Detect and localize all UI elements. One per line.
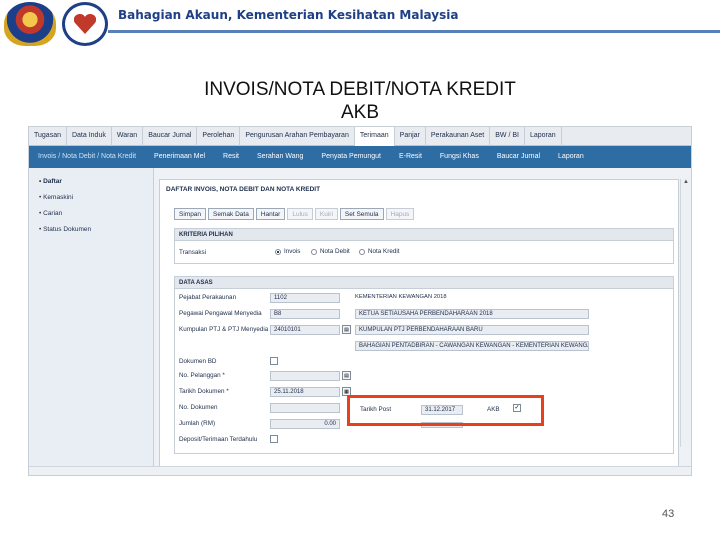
submenu-fungsi-khas[interactable]: Fungsi Khas xyxy=(431,146,488,168)
radio-nota-debit-label: Nota Debit xyxy=(320,248,350,255)
sidebar-item-status-dokumen[interactable]: Status Dokumen xyxy=(29,222,153,238)
radio-nota-kredit-dot[interactable] xyxy=(359,248,365,255)
no-pelanggan-field[interactable] xyxy=(270,371,340,381)
menu-bw-bi[interactable]: BW / BI xyxy=(490,127,525,146)
submenu-baucar-jurnal[interactable]: Baucar Jurnal xyxy=(488,146,549,168)
menu-baucar-jurnal[interactable]: Baucar Jurnal xyxy=(143,127,198,146)
menu-terimaan[interactable]: Terimaan xyxy=(354,127,395,146)
submenu-resit[interactable]: Resit xyxy=(214,146,248,168)
deposit-label: Deposit/Terimaan Terdahulu xyxy=(179,436,258,443)
pegawai-code-field[interactable]: B8 xyxy=(270,309,340,319)
no-pelanggan-label: No. Pelanggan * xyxy=(179,372,225,379)
slide-title-line1: INVOIS/NOTA DEBIT/NOTA KREDIT xyxy=(204,79,516,100)
deposit-checkbox[interactable] xyxy=(270,435,278,443)
ptj-name1-field: KUMPULAN PTJ PERBENDAHARAAN BARU xyxy=(355,325,589,335)
hapus-button[interactable]: Hapus xyxy=(385,208,415,220)
transaksi-label: Transaksi xyxy=(179,249,207,256)
menu-perakaunan-aset[interactable]: Perakaunan Aset xyxy=(426,127,491,146)
submenu-penerimaan-mel[interactable]: Penerimaan Mel xyxy=(145,146,214,168)
pejabat-name: KEMENTERIAN KEWANGAN 2018 xyxy=(355,294,447,300)
no-dokumen-label: No. Dokumen xyxy=(179,404,218,411)
tarikh-dokumen-label: Tarikh Dokumen * xyxy=(179,388,229,395)
panel-title: DAFTAR INVOIS, NOTA DEBIT DAN NOTA KREDI… xyxy=(166,186,321,193)
pelanggan-lookup-icon[interactable]: ▤ xyxy=(342,371,351,380)
semak-data-button[interactable]: Semak Data xyxy=(208,208,254,220)
radio-nota-kredit-label: Nota Kredit xyxy=(368,248,400,255)
no-dokumen-field[interactable] xyxy=(270,403,340,413)
slide-title: INVOIS/NOTA DEBIT/NOTA KREDIT AKB xyxy=(0,78,720,124)
hantar-button[interactable]: Hantar xyxy=(255,208,286,220)
ptj-name2-field: BAHAGIAN PENTADBIRAN - CAWANGAN KEWANGAN… xyxy=(355,341,589,351)
submenu-penyata-pemungut[interactable]: Penyata Pemungut xyxy=(312,146,390,168)
radio-invois[interactable]: Invois xyxy=(275,248,300,255)
radio-nota-kredit[interactable]: Nota Kredit xyxy=(359,248,400,255)
heart-icon xyxy=(74,14,96,34)
app-screenshot: Tugasan Data Induk Waran Baucar Jurnal P… xyxy=(28,126,692,476)
menu-waran[interactable]: Waran xyxy=(112,127,144,146)
radio-invois-dot[interactable] xyxy=(275,248,281,255)
menu-data-induk[interactable]: Data Induk xyxy=(67,127,112,146)
menu-tugasan[interactable]: Tugasan xyxy=(29,127,67,146)
page-number: 43 xyxy=(662,508,675,520)
dokumen-bd-label: Dokumen BD xyxy=(179,358,217,365)
submenu-invois[interactable]: Invois / Nota Debit / Nota Kredit xyxy=(29,146,145,168)
kuiri-button[interactable]: Kuiri xyxy=(314,208,338,220)
header-title: Bahagian Akaun, Kementerian Kesihatan Ma… xyxy=(118,8,459,22)
radio-nota-debit-dot[interactable] xyxy=(311,248,317,255)
scroll-up-icon[interactable]: ▲ xyxy=(681,179,691,188)
menu-laporan[interactable]: Laporan xyxy=(525,127,562,146)
sub-menu-bar: Invois / Nota Debit / Nota Kredit Peneri… xyxy=(29,146,691,168)
submenu-laporan[interactable]: Laporan xyxy=(549,146,593,168)
horizontal-scrollbar[interactable] xyxy=(29,466,691,475)
jumlah-label: Jumlah (RM) xyxy=(179,420,216,427)
ptj-code-field[interactable]: 24010101 xyxy=(270,325,340,335)
kriteria-section: KRITERIA PILIHAN Transaksi Invois Nota D… xyxy=(174,228,674,264)
pejabat-code-field[interactable]: 1102 xyxy=(270,293,340,303)
form-toolbar: Simpan Semak Data Hantar Lulus Kuiri Set… xyxy=(174,208,415,220)
lulus-button[interactable]: Lulus xyxy=(287,208,313,220)
kriteria-header: KRITERIA PILIHAN xyxy=(175,229,673,241)
ptj-lookup-icon[interactable]: ▤ xyxy=(342,325,351,334)
slide-title-line2: AKB xyxy=(340,102,380,123)
menu-panjar[interactable]: Panjar xyxy=(395,127,426,146)
pejabat-label: Pejabat Perakaunan xyxy=(179,294,237,301)
main-menu-bar: Tugasan Data Induk Waran Baucar Jurnal P… xyxy=(29,127,691,146)
header-divider xyxy=(108,30,720,33)
dokumen-bd-checkbox[interactable] xyxy=(270,357,278,365)
ptj-label: Kumpulan PTJ & PTJ Menyedia * xyxy=(179,326,273,333)
data-asas-header: DATA ASAS xyxy=(175,277,673,289)
menu-perolehan[interactable]: Perolehan xyxy=(197,127,241,146)
submenu-e-resit[interactable]: E-Resit xyxy=(390,146,431,168)
pegawai-name-field: KETUA SETIAUSAHA PERBENDAHARAAN 2018 xyxy=(355,309,589,319)
data-asas-section: DATA ASAS Pejabat Perakaunan 1102 KEMENT… xyxy=(174,276,674,454)
jumlah-field[interactable]: 0.00 xyxy=(270,419,340,429)
sidebar-item-daftar[interactable]: Daftar xyxy=(29,174,153,190)
malaysia-coat-of-arms-logo xyxy=(4,2,56,46)
pegawai-label: Pegawai Pengawal Menyedia xyxy=(179,310,262,317)
highlight-box xyxy=(347,395,544,426)
vertical-scrollbar[interactable]: ▲ xyxy=(680,179,690,447)
sidebar: Daftar Kemaskini Carian Status Dokumen xyxy=(29,168,154,475)
radio-invois-label: Invois xyxy=(284,248,301,255)
menu-pengurusan-arahan-pembayaran[interactable]: Pengurusan Arahan Pembayaran xyxy=(240,127,355,146)
sidebar-item-carian[interactable]: Carian xyxy=(29,206,153,222)
ministry-of-health-logo xyxy=(62,2,108,46)
radio-nota-debit[interactable]: Nota Debit xyxy=(311,248,350,255)
sidebar-item-kemaskini[interactable]: Kemaskini xyxy=(29,190,153,206)
tarikh-dokumen-field[interactable]: 25.11.2018 xyxy=(270,387,340,397)
submenu-serahan-wang[interactable]: Serahan Wang xyxy=(248,146,312,168)
set-semula-button[interactable]: Set Semula xyxy=(339,208,384,220)
simpan-button[interactable]: Simpan xyxy=(174,208,207,220)
